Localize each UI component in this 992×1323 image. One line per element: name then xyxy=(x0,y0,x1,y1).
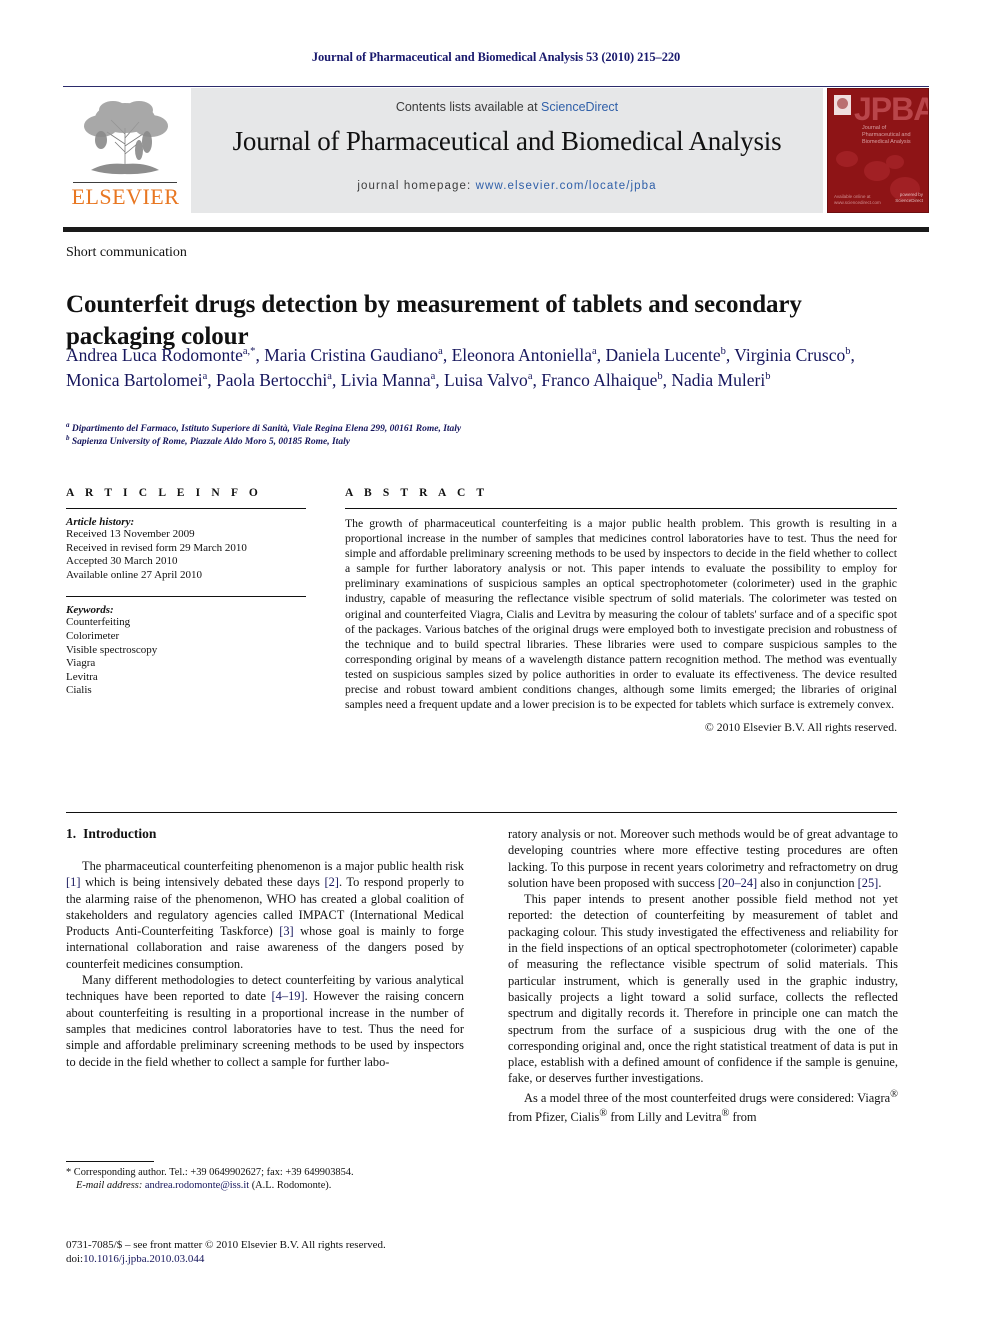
email-link[interactable]: andrea.rodomonte@iss.it xyxy=(145,1180,249,1191)
paragraph: Many different methodologies to detect c… xyxy=(66,973,464,1069)
email-label: E-mail address: xyxy=(76,1180,143,1192)
elsevier-tree-icon xyxy=(84,101,168,175)
contents-available-line: Contents lists available at ScienceDirec… xyxy=(191,100,823,114)
abstract-block: A B S T R A C T The growth of pharmaceut… xyxy=(345,487,897,734)
doi-label: doi: xyxy=(66,1253,84,1266)
keyword-item: Viagra xyxy=(66,657,96,670)
affiliation-a: a Dipartimento del Farmaco, Istituto Sup… xyxy=(66,420,462,434)
keyword-item: Cialis xyxy=(66,684,92,697)
keywords-rule xyxy=(66,596,306,598)
history-item: Accepted 30 March 2010 xyxy=(66,555,178,568)
email-suffix: (A.L. Rodomonte). xyxy=(251,1180,332,1192)
keyword-item: Visible spectroscopy xyxy=(66,643,158,656)
contents-prefix: Contents lists available at xyxy=(395,100,538,114)
masthead-center-panel: Contents lists available at ScienceDirec… xyxy=(191,88,823,213)
history-item: Received 13 November 2009 xyxy=(66,528,195,540)
email-line: E-mail address: andrea.rodomonte@iss.it … xyxy=(66,1179,466,1192)
paragraph: The pharmaceutical counterfeiting phenom… xyxy=(66,859,464,971)
journal-masthead: ELSEVIER Contents lists available at Sci… xyxy=(63,88,929,213)
affiliation-a-text: Dipartimento del Farmaco, Istituto Super… xyxy=(71,424,462,434)
article-info-heading: A R T I C L E I N F O xyxy=(66,487,262,499)
doi-line: doi:10.1016/j.jpba.2010.03.044 xyxy=(66,1252,486,1266)
homepage-prefix: journal homepage: xyxy=(357,180,472,192)
keywords-label: Keywords: xyxy=(66,604,114,617)
affiliation-b-text: Sapienza University of Rome, Piazzale Al… xyxy=(71,437,350,447)
article-type-label: Short communication xyxy=(66,245,187,260)
keyword-item: Counterfeiting xyxy=(66,616,131,629)
cover-acronym: JPBA xyxy=(854,91,929,127)
journal-cover-thumbnail: JPBA Journal of Pharmaceutical and Biome… xyxy=(827,88,929,213)
author-list: Andrea Luca Rodomontea,*, Maria Cristina… xyxy=(66,345,855,390)
section-number: 1. xyxy=(66,826,77,841)
masthead-bottom-rule xyxy=(63,227,929,232)
keyword-item: Levitra xyxy=(66,670,98,683)
colophon: 0731-7085/$ – see front matter © 2010 El… xyxy=(66,1238,486,1267)
body-column-right: ratory analysis or not. Moreover such me… xyxy=(508,826,898,1126)
abstract-rule xyxy=(345,508,897,509)
article-history-list: Received 13 November 2009 Received in re… xyxy=(66,528,306,582)
masthead-top-rule xyxy=(63,86,929,87)
doi-link[interactable]: 10.1016/j.jpba.2010.03.044 xyxy=(83,1253,204,1265)
journal-title: Journal of Pharmaceutical and Biomedical… xyxy=(232,126,782,156)
affiliation-list: a Dipartimento del Farmaco, Istituto Sup… xyxy=(66,420,896,449)
elsevier-logo: ELSEVIER xyxy=(63,88,189,213)
keyword-list: Counterfeiting Colorimeter Visible spect… xyxy=(66,616,306,698)
paragraph: As a model three of the most counterfeit… xyxy=(508,1088,898,1125)
cover-elsevier-badge-icon xyxy=(834,95,851,115)
cover-footer-right: powered by ScienceDirect xyxy=(895,192,923,203)
sciencedirect-link[interactable]: ScienceDirect xyxy=(541,100,618,114)
footnote-rule xyxy=(66,1161,154,1163)
article-first-page: Journal of Pharmaceutical and Biomedical… xyxy=(0,0,992,1323)
affiliation-b: b Sapienza University of Rome, Piazzale … xyxy=(66,433,350,447)
front-matter-line: 0731-7085/$ – see front matter © 2010 El… xyxy=(66,1239,386,1251)
keyword-item: Colorimeter xyxy=(66,629,120,642)
cover-blob-icon xyxy=(886,155,904,169)
abstract-heading: A B S T R A C T xyxy=(345,487,489,499)
corresponding-author-line: * Corresponding author. Tel.: +39 064990… xyxy=(66,1167,354,1178)
paragraph: This paper intends to present another po… xyxy=(508,892,898,1086)
section-heading-introduction: 1. Introduction xyxy=(66,826,464,842)
journal-homepage-link[interactable]: www.elsevier.com/locate/jpba xyxy=(476,180,657,192)
cover-subtitle: Journal of Pharmaceutical and Biomedical… xyxy=(862,125,911,145)
cover-footer-left: Available online at www.sciencedirect.co… xyxy=(834,194,881,205)
cover-blob-icon xyxy=(836,151,858,167)
article-history-label: Article history: xyxy=(66,516,135,528)
journal-homepage-line: journal homepage: www.elsevier.com/locat… xyxy=(191,180,823,192)
article-info-block: A R T I C L E I N F O Article history: R… xyxy=(66,487,306,698)
history-item: Received in revised form 29 March 2010 xyxy=(66,541,247,554)
abstract-text: The growth of pharmaceutical counterfeit… xyxy=(345,517,897,712)
elsevier-wordmark: ELSEVIER xyxy=(71,184,180,209)
paragraph: ratory analysis or not. Moreover such me… xyxy=(508,827,898,890)
section-title-text: Introduction xyxy=(83,826,157,841)
abstract-copyright: © 2010 Elsevier B.V. All rights reserved… xyxy=(704,721,897,735)
running-head: Journal of Pharmaceutical and Biomedical… xyxy=(311,50,681,64)
article-info-rule xyxy=(66,508,306,509)
abstract-bottom-rule xyxy=(66,812,897,813)
corresponding-author-footnote: * Corresponding author. Tel.: +39 064990… xyxy=(66,1166,466,1193)
history-item: Available online 27 April 2010 xyxy=(66,568,203,581)
body-column-left: 1. Introduction The pharmaceutical counte… xyxy=(66,826,464,1070)
